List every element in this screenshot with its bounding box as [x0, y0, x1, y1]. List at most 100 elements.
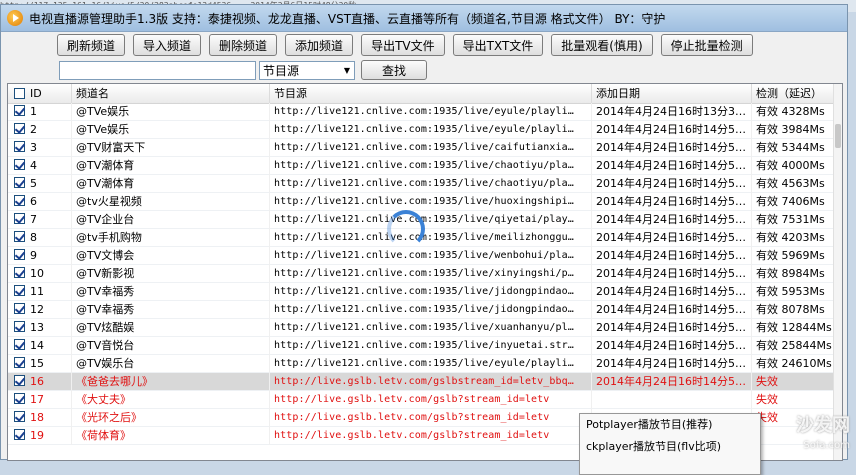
cell-source: http://live121.cnlive.com:1935/live/xuan…: [270, 319, 592, 337]
channel-table: ID 频道名 节目源 添加日期 检测（延迟） 1 @TVe娱乐 http://liv…: [7, 83, 843, 461]
cell-status: 有效 4328Ms: [752, 103, 836, 121]
table-row[interactable]: 15 @TV娱乐台 http://live121.cnlive.com:1935/l…: [8, 355, 836, 373]
cell-id: 9: [8, 247, 72, 265]
table-row[interactable]: 6 @tv火星视频 http://live121.cnlive.com:1935/l…: [8, 193, 836, 211]
watermark-domain: Sofa.com: [803, 440, 850, 451]
table-row[interactable]: 4 @TV潮体育 http://live121.cnlive.com:1935/li…: [8, 157, 836, 175]
cell-status: 失效: [752, 391, 836, 409]
cell-status: 有效 25844Ms: [752, 337, 836, 355]
cell-status: 有效 5344Ms: [752, 139, 836, 157]
col-name[interactable]: 频道名: [72, 84, 270, 103]
table-row[interactable]: 11 @TV幸福秀 http://live121.cnlive.com:1935/l…: [8, 283, 836, 301]
cell-name: @TV企业台: [72, 211, 270, 229]
cell-date: 2014年4月24日16时13分3…: [592, 103, 752, 121]
table-row[interactable]: 16 《爸爸去哪儿》 http://live.gslb.letv.com/gslbs…: [8, 373, 836, 391]
cell-id: 15: [8, 355, 72, 373]
cell-name: 《爸爸去哪儿》: [72, 373, 270, 391]
cell-id: 4: [8, 157, 72, 175]
cell-status: 有效 4563Ms: [752, 175, 836, 193]
cell-source: http://live121.cnlive.com:1935/live/wenb…: [270, 247, 592, 265]
table-row[interactable]: 2 @TVe娱乐 http://live121.cnlive.com:1935/li…: [8, 121, 836, 139]
table-row[interactable]: 14 @TV音悦台 http://live121.cnlive.com:1935/l…: [8, 337, 836, 355]
export-txt-button[interactable]: 导出TXT文件: [452, 34, 544, 56]
table-header: ID 频道名 节目源 添加日期 检测（延迟）: [8, 84, 842, 104]
delete-channels-button[interactable]: 删除频道: [209, 34, 278, 56]
stop-batch-check-button[interactable]: 停止批量检测: [660, 34, 753, 56]
col-status[interactable]: 检测（延迟）: [752, 84, 836, 103]
cell-source: http://live.gslb.letv.com/gslbstream_id=…: [270, 373, 592, 391]
cell-name: @TV幸福秀: [72, 283, 270, 301]
table-row[interactable]: 17 《大丈夫》 http://live.gslb.letv.com/gslb?st…: [8, 391, 836, 409]
cell-name: @TV潮体育: [72, 157, 270, 175]
cell-status: 有效 4000Ms: [752, 157, 836, 175]
table-row[interactable]: 12 @TV幸福秀 http://live121.cnlive.com:1935/l…: [8, 301, 836, 319]
cell-source: http://live121.cnlive.com:1935/live/eyul…: [270, 103, 592, 121]
cell-date: 2014年4月24日16时14分5…: [592, 139, 752, 157]
cell-source: http://live121.cnlive.com:1935/live/inyu…: [270, 337, 592, 355]
table-row[interactable]: 13 @TV炫酷娱 http://live121.cnlive.com:1935/l…: [8, 319, 836, 337]
cell-name: 《大丈夫》: [72, 391, 270, 409]
cell-source: http://live.gslb.letv.com/gslb?stream_id…: [270, 391, 592, 409]
import-channels-button[interactable]: 导入频道: [133, 34, 202, 56]
cell-id: 3: [8, 139, 72, 157]
menu-item-ckplayer[interactable]: ckplayer播放节目(flv比项): [580, 436, 760, 458]
cell-name: 《光环之后》: [72, 409, 270, 427]
chevron-down-icon: ▼: [343, 65, 351, 75]
menu-item-potplayer[interactable]: Potplayer播放节目(推荐): [580, 414, 760, 436]
table-row[interactable]: 9 @TV文博会 http://live121.cnlive.com:1935/li…: [8, 247, 836, 265]
export-tv-button[interactable]: 导出TV文件: [361, 34, 445, 56]
col-date[interactable]: 添加日期: [592, 84, 752, 103]
cell-status: 有效 8984Ms: [752, 265, 836, 283]
cell-status: 有效 24610Ms: [752, 355, 836, 373]
add-channel-button[interactable]: 添加频道: [285, 34, 354, 56]
col-source[interactable]: 节目源: [270, 84, 592, 103]
context-menu: Potplayer播放节目(推荐) ckplayer播放节目(flv比项): [579, 413, 761, 475]
table-row[interactable]: 10 @TV新影视 http://live121.cnlive.com:1935/l…: [8, 265, 836, 283]
cell-date: 2014年4月24日16时14分5…: [592, 157, 752, 175]
cell-id: 12: [8, 301, 72, 319]
watermark-brand: 沙发网: [796, 415, 850, 436]
search-input[interactable]: [59, 60, 256, 80]
table-row[interactable]: 3 @TV财富天下 http://live121.cnlive.com:1935/l…: [8, 139, 836, 157]
cell-status: 有效 8078Ms: [752, 301, 836, 319]
cell-id: 11: [8, 283, 72, 301]
vertical-scrollbar[interactable]: [833, 84, 842, 460]
cell-id: 7: [8, 211, 72, 229]
search-field-select[interactable]: 节目源 ▼: [259, 60, 355, 80]
cell-status: 有效 7406Ms: [752, 193, 836, 211]
refresh-channels-button[interactable]: 刷新频道: [57, 34, 126, 56]
table-row[interactable]: 5 @TV潮体育 http://live121.cnlive.com:1935/li…: [8, 175, 836, 193]
cell-id: 6: [8, 193, 72, 211]
cell-source: http://live121.cnlive.com:1935/live/eyul…: [270, 121, 592, 139]
cell-source: http://live121.cnlive.com:1935/live/caif…: [270, 139, 592, 157]
cell-name: @TV炫酷娱: [72, 319, 270, 337]
cell-date: 2014年4月24日16时14分5…: [592, 301, 752, 319]
toolbar: 刷新频道 导入频道 删除频道 添加频道 导出TV文件 导出TXT文件 批量观看(…: [1, 31, 847, 59]
scrollbar-thumb[interactable]: [835, 124, 841, 148]
cell-id: 18: [8, 409, 72, 427]
cell-name: @TVe娱乐: [72, 121, 270, 139]
cell-name: @TV音悦台: [72, 337, 270, 355]
cell-status: 有效 12844Ms: [752, 319, 836, 337]
cell-date: [592, 391, 752, 409]
cell-date: 2014年4月24日16时14分5…: [592, 283, 752, 301]
cell-status: 失效: [752, 373, 836, 391]
cell-id: 1: [8, 103, 72, 121]
cell-date: 2014年4月24日16时14分5…: [592, 229, 752, 247]
cell-date: 2014年4月24日16时14分5…: [592, 337, 752, 355]
cell-source: http://live121.cnlive.com:1935/live/huox…: [270, 193, 592, 211]
cell-date: 2014年4月24日16时14分5…: [592, 355, 752, 373]
cell-date: 2014年4月24日16时14分5…: [592, 193, 752, 211]
cell-source: http://live121.cnlive.com:1935/live/xiny…: [270, 265, 592, 283]
find-button[interactable]: 查找: [361, 60, 427, 80]
cell-id: 19: [8, 427, 72, 445]
main-window: 电视直播源管理助手1.3版 支持：泰捷视频、龙龙直播、VST直播、云直播等所有（…: [0, 4, 848, 475]
cell-id: 16: [8, 373, 72, 391]
cell-source: http://live121.cnlive.com:1935/live/qiye…: [270, 211, 592, 229]
select-all-checkbox[interactable]: [14, 88, 25, 99]
cell-name: @TVe娱乐: [72, 103, 270, 121]
batch-watch-button[interactable]: 批量观看(慎用): [551, 34, 653, 56]
table-row[interactable]: 1 @TVe娱乐 http://live121.cnlive.com:1935/li…: [8, 103, 836, 121]
cell-source: http://live.gslb.letv.com/gslb?stream_id…: [270, 409, 592, 427]
cell-source: http://live121.cnlive.com:1935/live/chao…: [270, 157, 592, 175]
